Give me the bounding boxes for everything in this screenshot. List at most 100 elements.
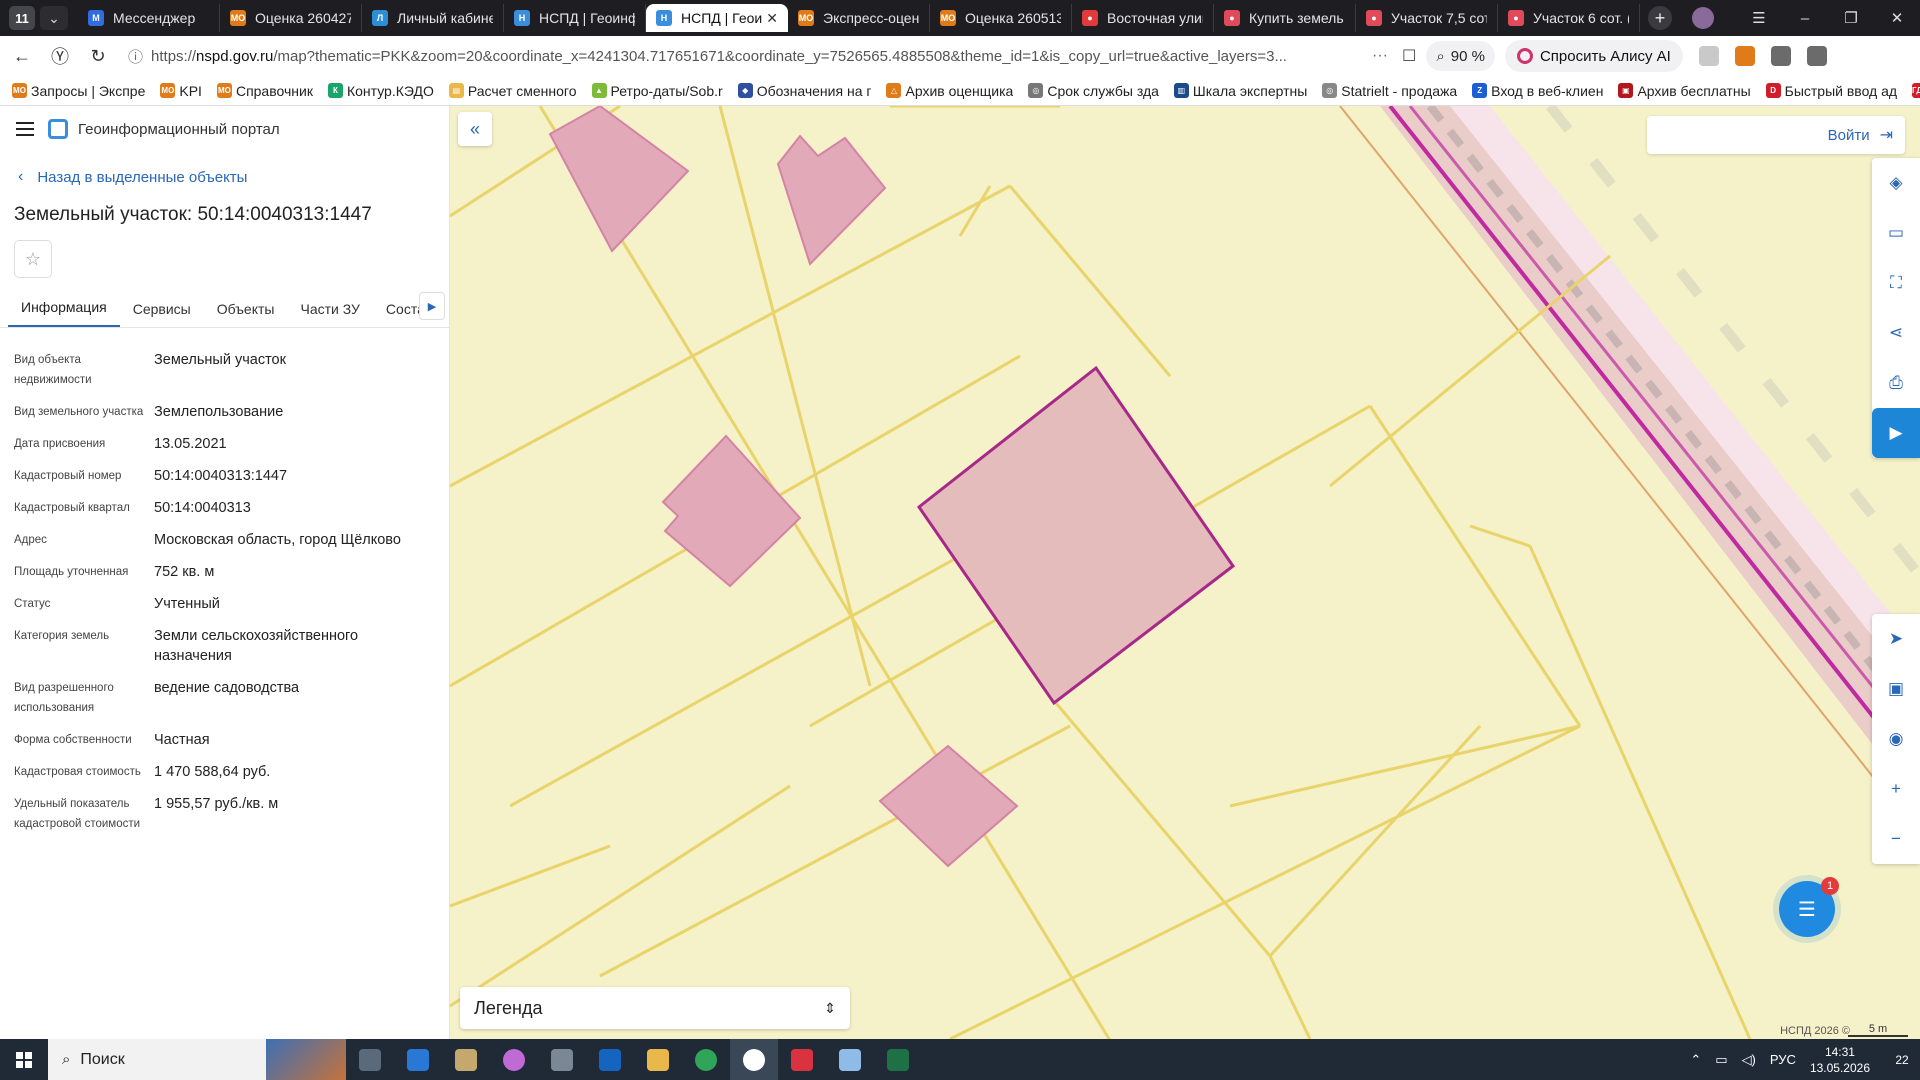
excel-icon[interactable] xyxy=(874,1039,922,1080)
chat-assistant-icon[interactable]: ▶ xyxy=(1872,408,1920,458)
close-window-button[interactable]: ✕ xyxy=(1874,9,1920,27)
minimize-button[interactable]: – xyxy=(1782,10,1828,27)
translate-icon[interactable] xyxy=(1698,46,1719,66)
url-field[interactable]: ⓘ https://nspd.gov.ru/map?thematic=PKK&z… xyxy=(128,46,1360,67)
layers-icon[interactable]: ◈ xyxy=(1872,158,1920,208)
zoom-in-button[interactable]: + xyxy=(1872,764,1920,814)
map-canvas[interactable] xyxy=(450,106,1920,1039)
zoom-out-button[interactable]: − xyxy=(1872,814,1920,864)
bookmark-item[interactable]: К Контур.КЭДО xyxy=(327,83,434,99)
hamburger-menu-icon[interactable] xyxy=(16,122,34,136)
tab-title: Экспресс-оцен xyxy=(823,10,919,26)
task-view-icon[interactable] xyxy=(346,1039,394,1080)
network-icon[interactable]: ▭ xyxy=(1715,1052,1727,1068)
browser-tab[interactable]: МО Оценка 260427 xyxy=(220,4,362,32)
droplet-app-icon[interactable] xyxy=(490,1039,538,1080)
browser-tab[interactable]: Л Личный кабинет xyxy=(362,4,504,32)
property-row: Площадь уточненная 752 кв. м xyxy=(0,562,449,582)
close-tab-icon[interactable]: ✕ xyxy=(766,10,778,27)
property-key: Кадастровый номер xyxy=(14,470,122,482)
chevron-down-icon[interactable]: ⌄ xyxy=(40,6,68,30)
bookmark-item[interactable]: D Быстрый ввод ад xyxy=(1765,83,1897,99)
bookmark-item[interactable]: ▲ Ретро-даты/Sob.r xyxy=(591,83,723,99)
browser-tab[interactable]: ● Участок 7,5 сот xyxy=(1356,4,1498,32)
collections-icon[interactable] xyxy=(1770,46,1791,66)
outlook-icon[interactable] xyxy=(586,1039,634,1080)
ruler-icon[interactable]: ▭ xyxy=(1872,208,1920,258)
new-tab-button[interactable]: + xyxy=(1648,6,1672,30)
bookmark-item[interactable]: ◆ Обозначения на г xyxy=(737,83,871,99)
bookmark-icon[interactable]: ☐ xyxy=(1402,46,1416,66)
zoom-indicator[interactable]: ⌕ 90 % xyxy=(1426,41,1495,71)
bookmark-item[interactable]: ▥ Шкала экспертны xyxy=(1173,83,1307,99)
browser-tab[interactable]: ● Купить земель xyxy=(1214,4,1356,32)
bookmark-item[interactable]: Z Вход в веб-клиен xyxy=(1472,83,1603,99)
bookmark-item[interactable]: ▣ Архив бесплатны xyxy=(1618,83,1751,99)
menu-icon[interactable]: ☰ xyxy=(1736,9,1782,27)
alice-button[interactable]: Спросить Алису AI xyxy=(1504,40,1683,72)
favorite-star-button[interactable]: ☆ xyxy=(14,240,52,278)
share-icon[interactable]: ⋖ xyxy=(1872,308,1920,358)
bookmark-item[interactable]: ГДЗГДЗ xyxy=(1912,83,1920,99)
tab-title: Личный кабинет xyxy=(397,10,493,26)
bookmark-item[interactable]: ◎ Срок службы зда xyxy=(1028,83,1159,99)
calculator-icon[interactable] xyxy=(538,1039,586,1080)
legend-panel[interactable]: Легенда ⇕ xyxy=(460,987,850,1029)
back-to-selected-link[interactable]: ‹ Назад в выделенные объекты xyxy=(0,168,449,186)
volume-icon[interactable]: ◁) xyxy=(1742,1052,1756,1068)
bookmark-item[interactable]: ▤ Расчет сменного xyxy=(448,83,577,99)
support-chat-button[interactable]: ☰ 1 xyxy=(1779,877,1839,937)
back-icon[interactable]: ← xyxy=(6,40,38,72)
browser-tab[interactable]: ● Участок 6 сот. ( xyxy=(1498,4,1640,32)
chrome-icon[interactable] xyxy=(682,1039,730,1080)
collapse-panel-button[interactable]: « xyxy=(458,112,492,146)
file-explorer-icon[interactable] xyxy=(634,1039,682,1080)
start-button[interactable] xyxy=(0,1039,48,1080)
yandex-logo-icon[interactable]: Ⓨ xyxy=(44,40,76,72)
browser-tab[interactable]: МО Экспресс-оцен xyxy=(788,4,930,32)
pinned-apps xyxy=(346,1039,922,1080)
bookmark-item[interactable]: △ Архив оценщика xyxy=(886,83,1013,99)
tabs-scroll-right-icon[interactable]: ▶ xyxy=(419,292,445,320)
more-icon[interactable]: ··· xyxy=(1372,47,1388,65)
bookmark-item[interactable]: МО KPI xyxy=(160,83,202,99)
bookmark-favicon-icon: ▲ xyxy=(591,83,607,98)
site-info-icon[interactable]: ⓘ xyxy=(128,46,143,67)
language-indicator[interactable]: РУС xyxy=(1770,1052,1796,1067)
minimap-icon[interactable]: ▣ xyxy=(1872,664,1920,714)
browser-tab[interactable]: Н НСПД | Геои ✕ xyxy=(646,4,788,32)
info-tab[interactable]: Сервисы xyxy=(120,301,204,327)
map-view[interactable]: « Войти ⇥ ◈ ▭ ⛶ ⋖ ⎙ ▶ ➤ ▣ ◉ + − ☰ 1 Леге… xyxy=(450,106,1920,1039)
yandex-browser-icon[interactable] xyxy=(730,1039,778,1080)
reload-icon[interactable]: ↻ xyxy=(82,40,114,72)
bookmark-item[interactable]: ◎ Statrielt - продажа xyxy=(1322,83,1457,99)
browser-tab[interactable]: M Мессенджер xyxy=(78,4,220,32)
info-tab[interactable]: Объекты xyxy=(204,301,288,327)
info-tab[interactable]: Информация xyxy=(8,299,120,327)
mail-icon[interactable] xyxy=(394,1039,442,1080)
paint-icon[interactable] xyxy=(442,1039,490,1080)
info-tab[interactable]: Части ЗУ xyxy=(287,301,372,327)
restore-button[interactable]: ❐ xyxy=(1828,9,1874,27)
notifications-button[interactable]: 22 xyxy=(1884,1039,1920,1080)
browser-tab[interactable]: Н НСПД | Геоинф xyxy=(504,4,646,32)
login-button[interactable]: Войти ⇥ xyxy=(1647,116,1905,154)
locate-icon[interactable]: ◉ xyxy=(1872,714,1920,764)
navigate-icon[interactable]: ➤ xyxy=(1872,614,1920,664)
bookmark-item[interactable]: МО Запросы | Экспре xyxy=(12,83,145,99)
tab-counter[interactable]: 11 xyxy=(9,6,35,30)
extension-icon[interactable] xyxy=(1734,46,1755,66)
clock[interactable]: 14:31 13.05.2026 xyxy=(1810,1044,1870,1076)
notes-app-icon[interactable] xyxy=(826,1039,874,1080)
bookmark-item[interactable]: МО Справочник xyxy=(216,83,313,99)
browser-tab[interactable]: МО Оценка 260513 xyxy=(930,4,1072,32)
downloads-icon[interactable] xyxy=(1806,46,1827,66)
bookmark-label: Срок службы зда xyxy=(1047,82,1159,99)
anydesk-icon[interactable] xyxy=(778,1039,826,1080)
taskbar-search[interactable]: ⌕ Поиск xyxy=(48,1039,346,1080)
area-select-icon[interactable]: ⛶ xyxy=(1872,258,1920,308)
tray-chevron-icon[interactable]: ⌃ xyxy=(1690,1052,1701,1068)
browser-tab[interactable]: ● Восточная улиц xyxy=(1072,4,1214,32)
profile-avatar[interactable] xyxy=(1692,7,1714,29)
print-icon[interactable]: ⎙ xyxy=(1872,358,1920,408)
